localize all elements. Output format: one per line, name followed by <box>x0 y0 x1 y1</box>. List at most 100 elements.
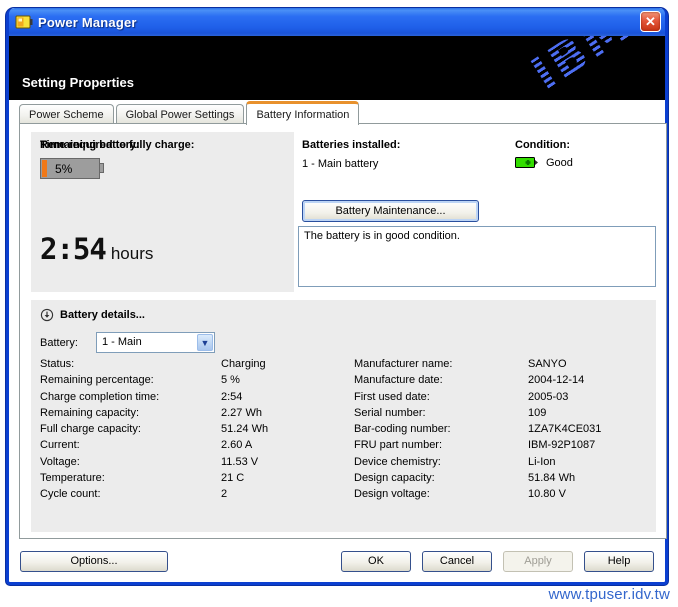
cancel-button[interactable]: Cancel <box>422 551 492 572</box>
detail-label: Design voltage: <box>354 488 528 504</box>
detail-label: Charge completion time: <box>40 391 221 407</box>
detail-value: 1ZA7K4CE031 <box>528 423 601 439</box>
battery-maintenance-button[interactable]: Battery Maintenance... <box>302 200 479 222</box>
detail-label: Design capacity: <box>354 472 528 488</box>
condition-label: Condition: <box>515 139 570 151</box>
battery-details-title: Battery details... <box>60 309 145 321</box>
detail-row: First used date:2005-03 <box>354 391 654 407</box>
ibm-logo: IBM <box>522 36 641 100</box>
batteries-installed-label: Batteries installed: <box>302 139 400 151</box>
detail-value: 5 % <box>221 374 240 390</box>
collapse-arrow-icon <box>40 308 54 322</box>
detail-row: Status:Charging <box>40 358 350 374</box>
detail-value: SANYO <box>528 358 567 374</box>
detail-row: FRU part number:IBM-92P1087 <box>354 439 654 455</box>
details-left-column: Status:Charging Remaining percentage:5 %… <box>40 358 350 505</box>
dialog-buttons-group: OK Cancel Apply Help <box>341 551 654 572</box>
battery-select-value: 1 - Main <box>102 336 142 348</box>
apply-button: Apply <box>503 551 573 572</box>
header-title: Setting Properties <box>22 75 134 90</box>
detail-label: Remaining percentage: <box>40 374 221 390</box>
detail-row: Temperature:21 C <box>40 472 350 488</box>
detail-row: Bar-coding number:1ZA7K4CE031 <box>354 423 654 439</box>
detail-label: Manufacturer name: <box>354 358 528 374</box>
detail-value: 2 <box>221 488 227 504</box>
battery-gauge: 5% <box>40 158 100 179</box>
detail-row: Cycle count:2 <box>40 488 350 504</box>
time-to-charge-unit: hours <box>111 244 154 264</box>
detail-label: Temperature: <box>40 472 221 488</box>
title-bar: Power Manager ✕ <box>9 8 665 36</box>
detail-row: Manufacturer name:SANYO <box>354 358 654 374</box>
detail-label: Device chemistry: <box>354 456 528 472</box>
battery-details-header: Battery details... <box>40 308 145 322</box>
detail-value: 2004-12-14 <box>528 374 584 390</box>
detail-row: Full charge capacity:51.24 Wh <box>40 423 350 439</box>
detail-label: Cycle count: <box>40 488 221 504</box>
window-title: Power Manager <box>38 15 137 30</box>
detail-row: Design voltage:10.80 V <box>354 488 654 504</box>
tab-battery-information[interactable]: Battery Information <box>246 101 359 125</box>
detail-value: 2:54 <box>221 391 242 407</box>
dialog-client-area: Power Scheme Global Power Settings Batte… <box>9 100 665 577</box>
battery-select-combobox[interactable]: 1 - Main ▼ <box>96 332 215 353</box>
detail-label: Full charge capacity: <box>40 423 221 439</box>
detail-label: Remaining capacity: <box>40 407 221 423</box>
tab-power-scheme[interactable]: Power Scheme <box>19 104 114 124</box>
detail-value: 2.60 A <box>221 439 252 455</box>
condition-row: Good <box>515 156 573 169</box>
detail-label: Bar-coding number: <box>354 423 528 439</box>
detail-value: 21 C <box>221 472 244 488</box>
detail-value: 109 <box>528 407 546 423</box>
chevron-down-icon[interactable]: ▼ <box>197 334 213 351</box>
good-battery-icon <box>515 156 539 169</box>
detail-value: 10.80 V <box>528 488 566 504</box>
detail-label: Status: <box>40 358 221 374</box>
tab-strip: Power Scheme Global Power Settings Batte… <box>19 103 361 124</box>
battery-gauge-percent: 5% <box>55 162 72 176</box>
detail-row: Manufacture date:2004-12-14 <box>354 374 654 390</box>
detail-label: First used date: <box>354 391 528 407</box>
detail-value: Li-Ion <box>528 456 556 472</box>
detail-label: FRU part number: <box>354 439 528 455</box>
battery-gauge-terminal <box>100 163 104 173</box>
batteries-installed-value: 1 - Main battery <box>302 158 378 170</box>
time-to-charge-value: 2:54 <box>40 232 106 266</box>
detail-value: IBM-92P1087 <box>528 439 595 455</box>
detail-row: Remaining capacity:2.27 Wh <box>40 407 350 423</box>
detail-value: 51.84 Wh <box>528 472 575 488</box>
detail-row: Voltage:11.53 V <box>40 456 350 472</box>
detail-row: Current:2.60 A <box>40 439 350 455</box>
ok-button[interactable]: OK <box>341 551 411 572</box>
detail-value: Charging <box>221 358 266 374</box>
battery-gauge-fill <box>42 160 47 177</box>
setting-properties-header: Setting Properties IBM <box>9 36 665 100</box>
details-right-column: Manufacturer name:SANYO Manufacture date… <box>354 358 654 505</box>
time-to-charge-label: Time required to fully charge: <box>40 139 194 151</box>
remaining-battery-panel: Remaining battery: 5% Time required to f… <box>31 132 294 292</box>
detail-value: 11.53 V <box>221 456 258 472</box>
detail-row: Charge completion time:2:54 <box>40 391 350 407</box>
time-to-charge-display: 2:54 hours <box>40 232 153 266</box>
battery-details-panel: Battery details... Battery: 1 - Main ▼ S… <box>31 300 656 532</box>
help-button[interactable]: Help <box>584 551 654 572</box>
detail-row: Serial number:109 <box>354 407 654 423</box>
close-button[interactable]: ✕ <box>640 11 661 32</box>
condition-message-box: The battery is in good condition. <box>298 226 656 287</box>
dialog-button-row: Options... OK Cancel Apply Help <box>9 550 665 572</box>
detail-label: Serial number: <box>354 407 528 423</box>
detail-value: 2.27 Wh <box>221 407 262 423</box>
detail-row: Design capacity:51.84 Wh <box>354 472 654 488</box>
battery-select-label: Battery: <box>40 337 78 349</box>
options-button[interactable]: Options... <box>20 551 168 572</box>
detail-label: Manufacture date: <box>354 374 528 390</box>
tab-global-power-settings[interactable]: Global Power Settings <box>116 104 245 124</box>
watermark-url: www.tpuser.idv.tw <box>549 586 671 603</box>
detail-value: 51.24 Wh <box>221 423 268 439</box>
power-manager-window: Power Manager ✕ Setting Properties IBM P… <box>6 8 668 585</box>
detail-row: Remaining percentage:5 % <box>40 374 350 390</box>
detail-row: Device chemistry:Li-Ion <box>354 456 654 472</box>
condition-value: Good <box>546 157 573 169</box>
battery-app-icon <box>15 14 33 30</box>
detail-value: 2005-03 <box>528 391 568 407</box>
